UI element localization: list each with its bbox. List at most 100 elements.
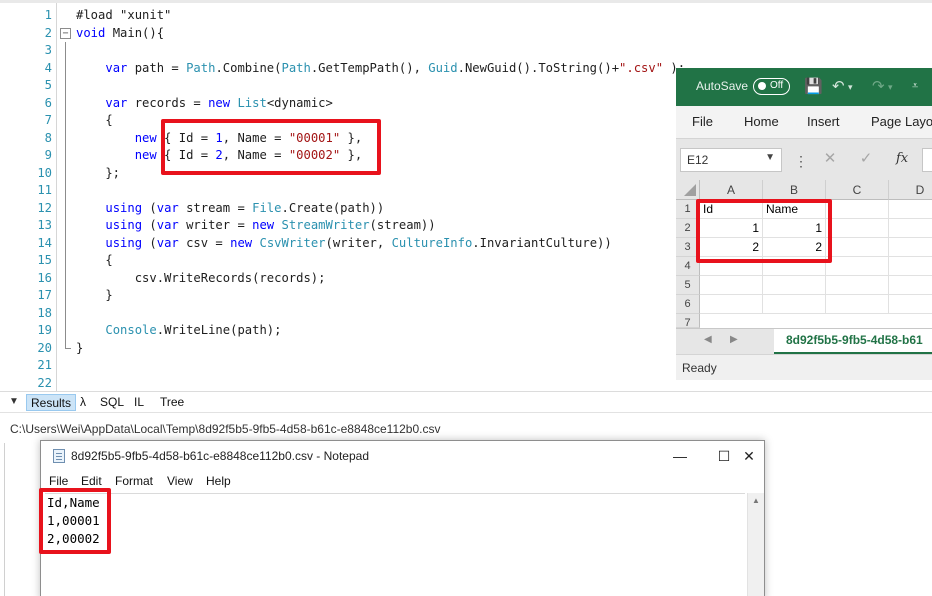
code-line[interactable]: 15 { bbox=[0, 252, 680, 270]
fold-guide bbox=[65, 94, 66, 112]
fold-guide bbox=[65, 304, 66, 322]
cell-d3[interactable] bbox=[889, 238, 932, 257]
autosave-toggle[interactable]: Off bbox=[753, 78, 790, 95]
cell-a6[interactable] bbox=[700, 295, 763, 314]
cell-d4[interactable] bbox=[889, 257, 932, 276]
code-line[interactable]: 22 bbox=[0, 375, 680, 393]
row-header-7[interactable]: 7 bbox=[676, 314, 700, 328]
menu-edit[interactable]: Edit bbox=[81, 474, 102, 488]
column-header-c[interactable]: C bbox=[826, 180, 889, 200]
cell-b5[interactable] bbox=[763, 276, 826, 295]
tab-sql[interactable]: SQL bbox=[96, 394, 128, 411]
save-icon[interactable]: 💾 bbox=[804, 77, 823, 95]
code-line[interactable]: 2− void Main(){ bbox=[0, 25, 680, 43]
fold-guide bbox=[65, 42, 66, 60]
redo-icon[interactable]: ↷ bbox=[872, 77, 885, 95]
cell-c1[interactable] bbox=[826, 200, 889, 219]
cell-d5[interactable] bbox=[889, 276, 932, 295]
name-box-dropdown-icon[interactable]: ▼ bbox=[765, 152, 775, 163]
select-all-corner[interactable] bbox=[676, 180, 700, 200]
tab-lambda[interactable]: λ bbox=[76, 394, 90, 411]
menu-format[interactable]: Format bbox=[115, 474, 153, 488]
excel-status-bar: Ready bbox=[676, 354, 932, 380]
code-line[interactable]: 4 var path = Path.Combine(Path.GetTempPa… bbox=[0, 59, 685, 77]
code-line[interactable]: 20} bbox=[0, 339, 680, 358]
name-box[interactable]: E12 ▼ bbox=[680, 148, 782, 172]
menu-view[interactable]: View bbox=[167, 474, 193, 488]
sheet-prev-icon[interactable]: ◀ bbox=[704, 334, 712, 345]
sheet-tab[interactable]: 8d92f5b5-9fb5-4d58-b61 bbox=[774, 329, 932, 355]
code-line[interactable]: 12 using (var stream = File.Create(path)… bbox=[0, 199, 680, 217]
cell-c4[interactable] bbox=[826, 257, 889, 276]
menu-help[interactable]: Help bbox=[206, 474, 231, 488]
code-line[interactable]: 5 bbox=[0, 77, 680, 95]
excel-window[interactable]: AutoSave Off 💾 ↶ ▾ ↷ ▾ ⩡ File Home Inser… bbox=[676, 68, 932, 380]
scroll-up-icon[interactable]: ▲ bbox=[752, 496, 760, 505]
code-token: { bbox=[76, 253, 113, 267]
tab-tree[interactable]: Tree bbox=[156, 394, 188, 411]
customize-toolbar-icon[interactable]: ⩡ bbox=[912, 80, 918, 93]
code-line[interactable]: 14 using (var csv = new CsvWriter(writer… bbox=[0, 234, 680, 252]
cell-d2[interactable] bbox=[889, 219, 932, 238]
row-header-5[interactable]: 5 bbox=[676, 276, 700, 295]
confirm-entry-icon[interactable]: ✓ bbox=[852, 149, 880, 171]
notepad-text-area[interactable]: Id,Name 1,00001 2,00002 bbox=[45, 493, 745, 596]
cell-c5[interactable] bbox=[826, 276, 889, 295]
minimize-button[interactable]: — bbox=[665, 445, 695, 467]
fold-guide bbox=[65, 129, 66, 147]
collapse-block-icon[interactable]: − bbox=[60, 27, 71, 39]
spreadsheet-grid[interactable]: A B C D 1 2 3 4 5 6 7 Id Name 1 1 2 2 bbox=[676, 180, 932, 328]
code-text: var path = Path.Combine(Path.GetTempPath… bbox=[76, 60, 685, 78]
notepad-titlebar[interactable]: 8d92f5b5-9fb5-4d58-b61c-e8848ce112b0.csv… bbox=[41, 441, 764, 471]
cell-c2[interactable] bbox=[826, 219, 889, 238]
code-text: var records = new List<dynamic> bbox=[76, 95, 333, 113]
ribbon-tab-home[interactable]: Home bbox=[744, 114, 779, 129]
cell-d6[interactable] bbox=[889, 295, 932, 314]
undo-dropdown-icon[interactable]: ▾ bbox=[848, 82, 853, 93]
code-line[interactable]: 3 bbox=[0, 42, 680, 60]
ribbon-tab-file[interactable]: File bbox=[692, 114, 713, 129]
cell-d1[interactable] bbox=[889, 200, 932, 219]
code-line[interactable]: 16 csv.WriteRecords(records); bbox=[0, 269, 680, 287]
cell-b6[interactable] bbox=[763, 295, 826, 314]
sheet-next-icon[interactable]: ▶ bbox=[730, 334, 738, 345]
code-line[interactable]: 19 Console.WriteLine(path); bbox=[0, 322, 680, 340]
code-line[interactable]: 21 bbox=[0, 357, 680, 375]
code-line[interactable]: 1 #load "xunit" bbox=[0, 7, 680, 25]
cell-c6[interactable] bbox=[826, 295, 889, 314]
menu-file[interactable]: File bbox=[49, 474, 68, 488]
row-header-6[interactable]: 6 bbox=[676, 295, 700, 314]
ribbon-tab-page-layout[interactable]: Page Layo bbox=[871, 114, 932, 129]
code-line[interactable]: 13 using (var writer = new StreamWriter(… bbox=[0, 217, 680, 235]
line-number: 11 bbox=[37, 183, 52, 197]
code-token: stream = bbox=[178, 200, 253, 215]
tab-results[interactable]: Results bbox=[26, 394, 77, 411]
line-number: 20 bbox=[37, 340, 52, 355]
cell-a5[interactable] bbox=[700, 276, 763, 295]
code-token: var bbox=[156, 200, 179, 215]
vertical-scrollbar[interactable]: ▲ bbox=[747, 493, 764, 596]
cell-c3[interactable] bbox=[826, 238, 889, 257]
redo-dropdown-icon[interactable]: ▾ bbox=[888, 82, 893, 93]
formula-input[interactable] bbox=[922, 148, 932, 172]
ribbon-tabs: File Home Insert Page Layo bbox=[676, 106, 932, 138]
tab-il[interactable]: IL bbox=[130, 394, 148, 411]
collapse-results-icon[interactable]: ▼ bbox=[9, 396, 19, 407]
cancel-entry-icon[interactable]: ✕ bbox=[816, 149, 844, 171]
ribbon-tab-insert[interactable]: Insert bbox=[807, 114, 840, 129]
code-token: (stream)) bbox=[369, 218, 436, 232]
insert-function-icon[interactable]: fx bbox=[896, 151, 908, 166]
status-text: Ready bbox=[682, 361, 717, 375]
undo-icon[interactable]: ↶ bbox=[832, 77, 845, 95]
column-header-a[interactable]: A bbox=[700, 180, 763, 200]
code-line[interactable]: 11 bbox=[0, 182, 680, 200]
code-token: <dynamic> bbox=[266, 95, 333, 110]
code-line[interactable]: 17 } bbox=[0, 287, 680, 305]
column-header-b[interactable]: B bbox=[763, 180, 826, 200]
close-button[interactable]: ✕ bbox=[732, 445, 766, 467]
code-line[interactable]: 6 var records = new List<dynamic> bbox=[0, 94, 680, 113]
column-header-d[interactable]: D bbox=[889, 180, 932, 200]
code-line[interactable]: 18 bbox=[0, 304, 680, 322]
notepad-window[interactable]: 8d92f5b5-9fb5-4d58-b61c-e8848ce112b0.csv… bbox=[39, 440, 765, 596]
